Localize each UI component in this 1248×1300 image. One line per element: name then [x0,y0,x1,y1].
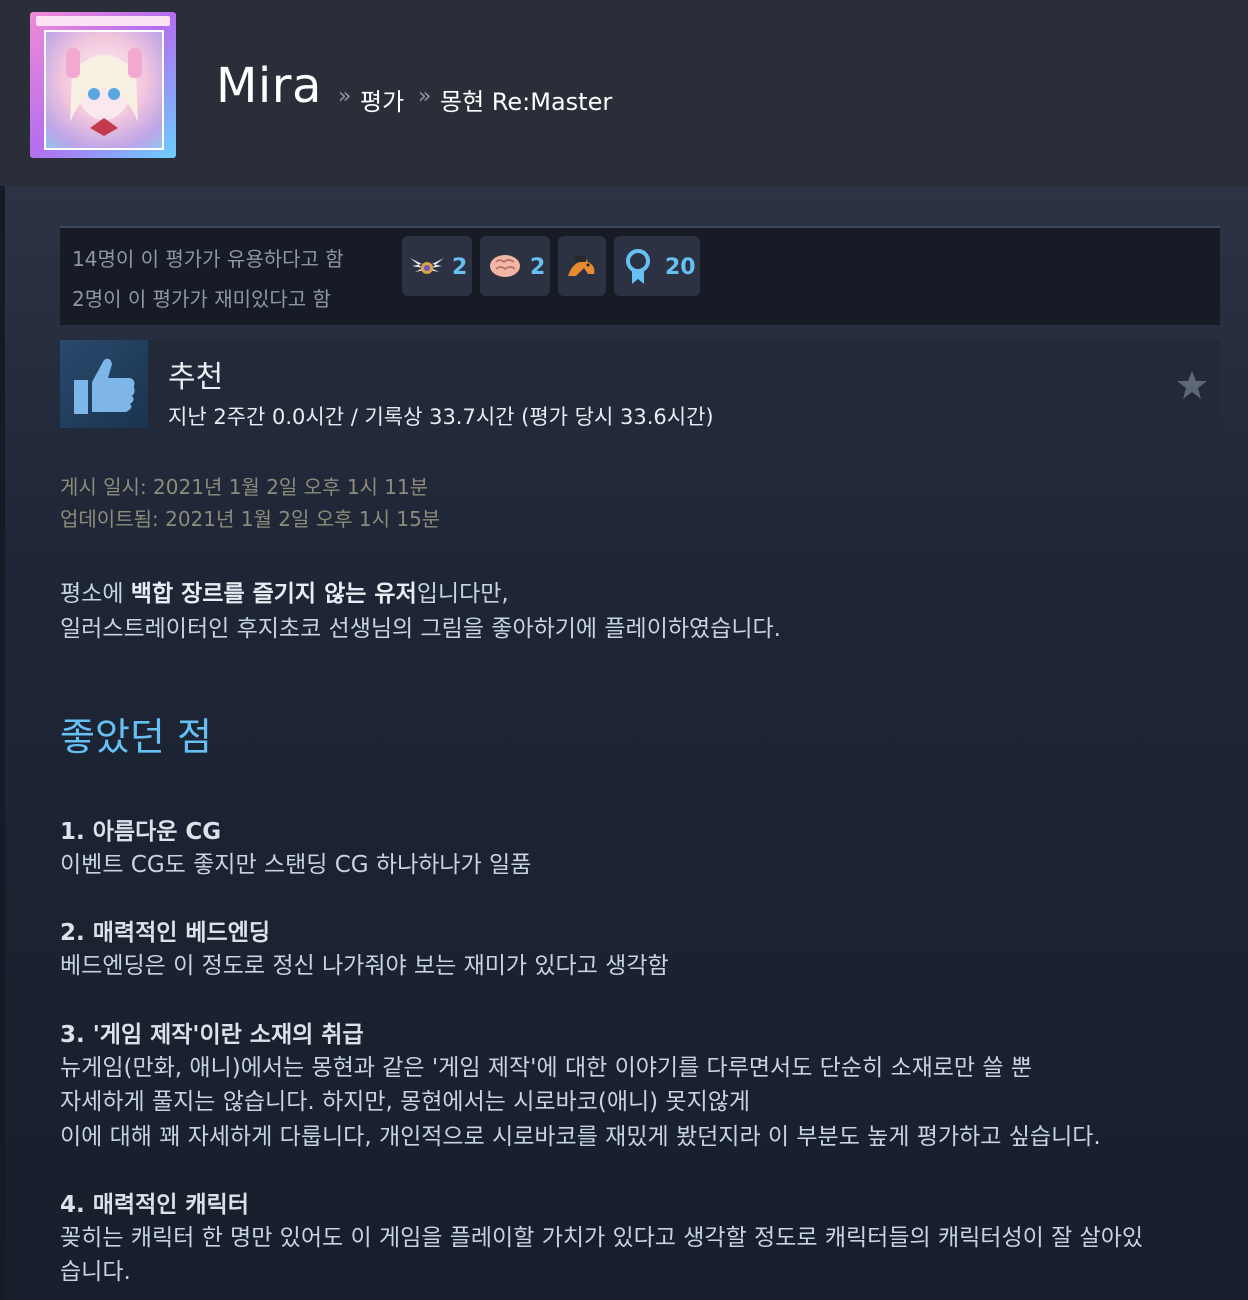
intro-text: 입니다만, [416,581,509,607]
votes-funny-text: 2명이 이 평가가 재미있다고 함 [72,287,331,311]
horse-head-icon [568,256,595,276]
breadcrumb-reviews[interactable]: 평가 [360,82,404,117]
ribbon-award-icon [626,249,650,284]
item-text: 뉴게임(만화, 애니)에서는 몽현과 같은 '게임 제작'에 대한 이야기를 다… [60,1055,1033,1081]
profile-name[interactable]: Mira [216,58,322,114]
item-text: 이에 대해 꽤 자세하게 다룹니다, 개인적으로 시로바코를 재밌게 봤던지라 … [60,1124,1101,1150]
brain-icon [490,255,520,277]
item-text: 이벤트 CG도 좋지만 스탠딩 CG 하나하나가 일품 [60,852,532,878]
playtime-text: 지난 2주간 0.0시간 / 기록상 33.7시간 (평가 당시 33.6시간) [168,405,714,429]
item-text: 베드엔딩은 이 정도로 정신 나가줘야 보는 재미가 있다고 생각함 [60,953,669,979]
thumbs-up-icon [74,358,135,414]
breadcrumb-game[interactable]: 몽현 Re:Master [440,82,612,117]
intro-emphasis: 백합 장르를 즐기지 않는 유저 [130,581,417,607]
intro-line-1: 평소에 백합 장르를 즐기지 않는 유저입니다만, [60,574,509,608]
item-text: 습니다. [60,1259,131,1285]
posted-date: 게시 일시: 2021년 1월 2일 오후 1시 11분 [60,475,429,499]
breadcrumb-separator: » [338,84,352,109]
avatar[interactable] [30,12,176,158]
star-icon[interactable] [1176,369,1208,401]
avatar-image [44,30,164,150]
item-title: 4. 매력적인 캐릭터 [60,1192,249,1218]
breadcrumb-separator: » [418,84,432,109]
award-count: 2 [530,255,546,280]
item-title: 2. 매력적인 베드엔딩 [60,920,271,946]
item-title: 1. 아름다운 CG [60,819,222,845]
award-count: 2 [452,255,468,280]
item-text: 자세하게 풀지는 않습니다. 하지만, 몽현에서는 시로바코(애니) 못지않게 [60,1089,751,1115]
award-count: 20 [665,255,696,280]
item-text: 꽂히는 캐릭터 한 명만 있어도 이 게임을 플레이할 가치가 있다고 생각할 … [60,1225,1144,1251]
winged-medal-icon [410,258,444,274]
recommendation-title: 추천 [168,360,224,395]
profile-header: Mira » 평가 » 몽현 Re:Master [0,0,1248,186]
thumbs-up-box [60,340,148,428]
intro-line-2: 일러스트레이터인 후지초코 선생님의 그림을 좋아하기에 플레이하였습니다. [60,616,781,642]
section-heading: 좋았던 점 [60,715,212,759]
votes-helpful-text: 14명이 이 평가가 유용하다고 함 [72,247,344,271]
updated-date: 업데이트됨: 2021년 1월 2일 오후 1시 15분 [60,507,441,531]
award-chip-horse-head[interactable] [558,236,606,296]
avatar-frame-bar [36,16,170,26]
item-title: 3. '게임 제작'이란 소재의 취급 [60,1022,364,1048]
intro-text: 평소에 [60,581,131,607]
